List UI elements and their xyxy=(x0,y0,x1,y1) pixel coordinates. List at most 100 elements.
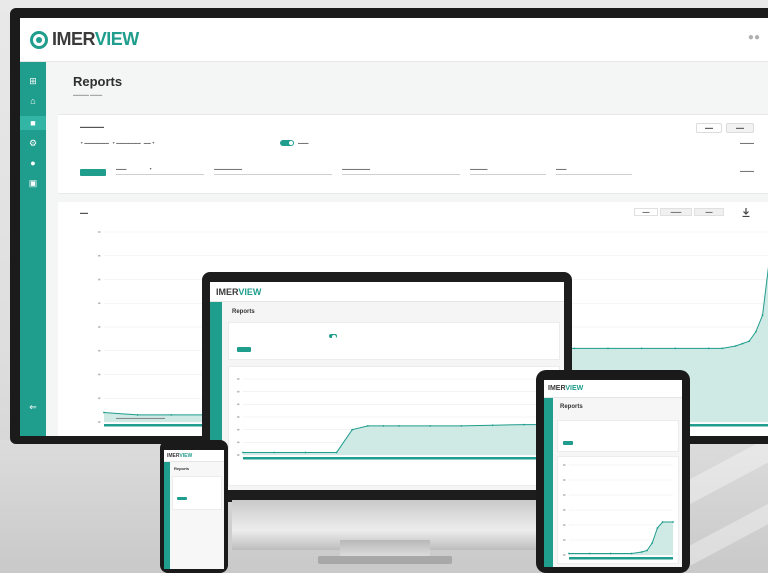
data-point xyxy=(588,552,591,555)
tablet-filter-tab[interactable] xyxy=(563,441,573,445)
chart-range-button[interactable]: ▬▬▬ xyxy=(660,208,692,216)
data-point xyxy=(273,451,276,454)
filter-tab-active[interactable] xyxy=(80,169,106,176)
apply-button[interactable]: ▬▬ xyxy=(696,123,722,133)
tablet-report-chart[interactable] xyxy=(563,463,675,563)
y-tick-label xyxy=(237,416,240,418)
chart-export-button[interactable]: ▬▬ xyxy=(694,208,724,216)
y-tick-label xyxy=(98,421,101,423)
y-tick-label xyxy=(98,349,101,352)
data-point xyxy=(646,549,648,552)
laptop-report-chart[interactable] xyxy=(237,377,557,463)
laptop-screen: IMERVIEW Reports xyxy=(210,282,564,490)
date-range-row[interactable]: ▼ ▬▬▬▬▬▬▬ ▼ ▬▬▬▬▬▬▬ ▬▬ ▼ xyxy=(80,141,155,145)
laptop-app-logo[interactable]: IMERVIEW xyxy=(216,287,261,297)
tablet-device: IMERVIEW Reports xyxy=(536,370,690,573)
tablet-top-bar: IMERVIEW xyxy=(544,380,682,398)
y-tick-label xyxy=(563,479,566,481)
y-tick-label xyxy=(563,509,566,511)
data-point xyxy=(573,347,576,350)
data-point xyxy=(568,552,570,555)
phone-sidebar xyxy=(164,462,170,569)
y-tick-label xyxy=(98,278,101,281)
globe-icon[interactable]: ● xyxy=(27,158,39,168)
laptop-page-title: Reports xyxy=(232,309,255,315)
data-point xyxy=(630,552,633,555)
sidebar: ⊞ ⌂ ■ ⚙ ● ▣ ⇐ xyxy=(20,62,46,436)
phone-screen: IMERVIEW Reports xyxy=(164,450,224,569)
data-point xyxy=(335,451,338,454)
data-point xyxy=(609,552,612,555)
tablet-sidebar xyxy=(544,398,553,567)
logo-icon xyxy=(30,30,48,49)
data-point xyxy=(607,347,609,350)
y-tick-label xyxy=(98,254,101,257)
y-tick-label xyxy=(563,524,566,526)
data-point xyxy=(734,345,737,347)
phone-top-bar: IMERVIEW xyxy=(164,450,224,462)
phone-filter-panel xyxy=(172,476,222,510)
y-tick-label xyxy=(237,390,240,393)
series-area xyxy=(569,522,673,555)
x-axis-bar xyxy=(243,457,555,460)
phone-app-logo[interactable]: IMERVIEW xyxy=(167,453,192,459)
data-point xyxy=(103,411,105,414)
data-point xyxy=(351,428,354,431)
y-tick-label xyxy=(563,539,566,541)
tablet-page-title: Reports xyxy=(560,404,583,410)
y-tick-label xyxy=(98,326,101,328)
data-point xyxy=(656,527,659,529)
phone-filter-tab[interactable] xyxy=(177,497,187,500)
more-filters-link[interactable]: ▬▬▬▬ xyxy=(740,169,754,173)
document-icon[interactable]: ▣ xyxy=(27,178,39,188)
filter-select-1[interactable]: ▬▬▬ ▼ xyxy=(116,167,204,175)
laptop-toggle[interactable] xyxy=(329,334,337,339)
filter-link[interactable]: ▬▬▬▬ xyxy=(740,141,754,145)
download-icon[interactable] xyxy=(742,208,750,217)
series-area xyxy=(243,424,555,455)
top-bar: IMERVIEW ●● xyxy=(20,18,768,62)
y-tick-label xyxy=(237,441,240,444)
reset-button[interactable]: ▬▬ xyxy=(726,123,754,133)
data-point xyxy=(366,424,369,427)
tablet-filter-panel xyxy=(557,420,679,452)
tablet-app-logo[interactable]: IMERVIEW xyxy=(548,385,583,392)
toggle-label: ▬▬▬ xyxy=(298,141,309,145)
user-menu-icon[interactable]: ●● xyxy=(748,32,760,43)
collapse-icon[interactable]: ⇐ xyxy=(27,402,39,412)
laptop-chart-panel xyxy=(228,366,560,486)
phone-device: IMERVIEW Reports xyxy=(160,440,228,573)
data-point xyxy=(707,347,710,350)
filter-select-4[interactable]: ▬▬▬▬▬ xyxy=(470,167,546,175)
y-tick-label xyxy=(563,464,566,466)
data-point xyxy=(522,423,525,426)
filter-select-2[interactable]: ▬▬▬▬▬▬▬▬ xyxy=(214,167,332,175)
data-point xyxy=(721,347,724,350)
filter-panel: ▬▬▬ ▬▬▬ ▬▬ ▬▬ ▼ ▬▬▬▬▬▬▬ ▼ ▬▬▬▬▬▬▬ ▬▬ ▼ ▬▬… xyxy=(58,114,768,194)
gear-icon[interactable]: ⚙ xyxy=(27,138,39,148)
filter-select-3[interactable]: ▬▬▬▬▬▬▬▬ xyxy=(342,167,460,175)
y-tick-label xyxy=(237,454,240,456)
home-icon[interactable]: ⌂ xyxy=(27,96,39,106)
data-point xyxy=(491,424,494,427)
data-point xyxy=(304,451,307,454)
tablet-chart-panel xyxy=(557,456,679,564)
filter-select-5[interactable]: ▬▬▬ xyxy=(556,167,632,175)
data-point xyxy=(170,413,173,416)
data-point xyxy=(382,424,385,427)
reports-icon[interactable]: ■ xyxy=(20,116,46,130)
grid-icon[interactable]: ⊞ xyxy=(27,76,39,86)
laptop-filter-tab[interactable] xyxy=(237,347,251,352)
y-tick-label xyxy=(98,302,101,305)
data-point xyxy=(754,330,757,333)
laptop-device: IMERVIEW Reports xyxy=(202,272,572,502)
y-tick-label xyxy=(98,373,101,376)
data-point xyxy=(672,521,674,523)
breadcrumb: ▬▬▬▬ ▬▬▬ xyxy=(73,92,103,97)
data-point xyxy=(640,551,643,553)
chart-view-button[interactable]: ▬▬ xyxy=(634,208,658,216)
app-logo[interactable]: IMERVIEW xyxy=(52,29,139,50)
y-tick-label xyxy=(563,494,566,496)
data-point xyxy=(741,342,744,345)
live-toggle[interactable] xyxy=(280,140,294,146)
